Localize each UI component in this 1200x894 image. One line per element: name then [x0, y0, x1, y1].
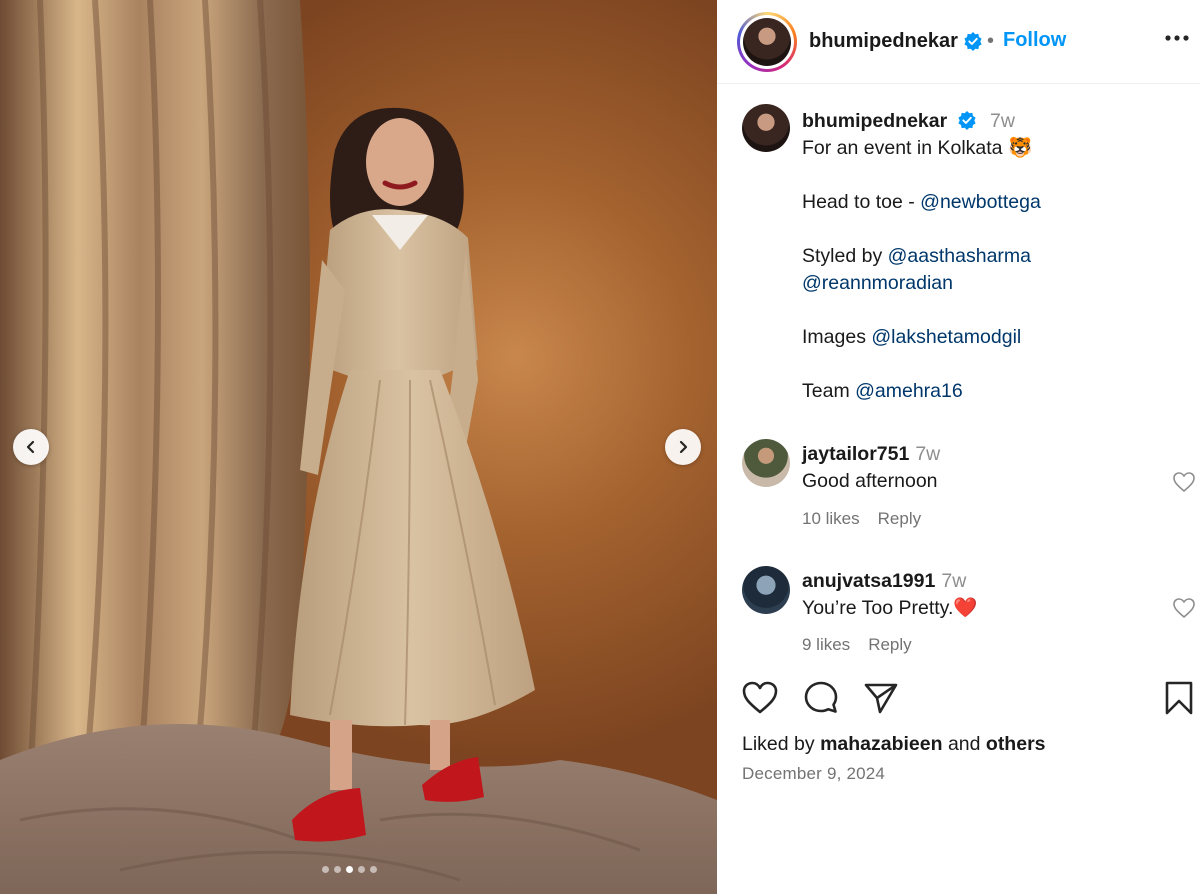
mention-link[interactable]: @aasthasharma — [888, 245, 1031, 267]
avatar-image — [743, 18, 791, 66]
slide-dot — [334, 866, 341, 873]
bookmark-icon[interactable] — [1164, 680, 1194, 716]
heart-icon[interactable] — [1172, 471, 1196, 493]
post-media[interactable] — [0, 0, 717, 894]
post-details-panel: bhumipednekar • Follow bhumipednekar 7w … — [717, 0, 1200, 894]
comment-username[interactable]: jaytailor751 — [802, 443, 909, 465]
caption-line: Team @amehra16 — [802, 380, 963, 402]
comment-text: You’re Too Pretty.❤️ — [802, 597, 978, 619]
comment-username[interactable]: anujvatsa1991 — [802, 570, 935, 592]
heart-icon[interactable] — [741, 680, 779, 716]
verified-badge-icon — [958, 110, 976, 130]
previous-slide-button[interactable] — [13, 429, 49, 465]
next-slide-button[interactable] — [665, 429, 701, 465]
comment-avatar[interactable] — [742, 439, 790, 487]
post-action-bar — [717, 680, 1200, 720]
header-username[interactable]: bhumipednekar — [809, 30, 958, 53]
comment-meta: 10 likes Reply — [802, 509, 939, 529]
chevron-left-icon — [26, 440, 35, 454]
caption-line: Head to toe - @newbottega — [802, 191, 1041, 213]
caption-username[interactable]: bhumipednekar — [802, 110, 947, 132]
liked-by-text: Liked by mahazabieen and others — [742, 733, 1046, 755]
caption-avatar[interactable] — [742, 104, 790, 152]
mention-link[interactable]: @lakshetamodgil — [871, 326, 1021, 348]
reply-button[interactable]: Reply — [868, 635, 911, 654]
slide-dot — [322, 866, 329, 873]
reply-button[interactable]: Reply — [878, 509, 921, 528]
mention-link[interactable]: @newbottega — [920, 191, 1041, 213]
header-separator: • — [987, 30, 995, 52]
caption-timestamp: 7w — [990, 110, 1015, 132]
post-header: bhumipednekar • Follow — [717, 0, 1200, 84]
profile-avatar[interactable] — [737, 12, 797, 72]
post-date[interactable]: December 9, 2024 — [742, 764, 885, 784]
caption-line: Images @lakshetamodgil — [802, 326, 1022, 348]
slide-dot — [358, 866, 365, 873]
verified-badge-icon — [964, 32, 982, 51]
comment-bubble-icon[interactable] — [803, 680, 839, 716]
follow-button[interactable]: Follow — [1003, 29, 1066, 52]
comment-timestamp: 7w — [915, 443, 941, 465]
post-photo — [0, 0, 717, 894]
slide-indicator — [322, 866, 377, 873]
comment-meta: 9 likes Reply — [802, 635, 930, 655]
caption-line: @reannmoradian — [802, 270, 1182, 297]
liked-by-user[interactable]: mahazabieen — [820, 733, 942, 755]
slide-dot — [346, 866, 353, 873]
comment-avatar[interactable] — [742, 566, 790, 614]
comment-text: Good afternoon — [802, 470, 938, 492]
comment-likes[interactable]: 10 likes — [802, 509, 860, 528]
comment-timestamp: 7w — [941, 570, 967, 592]
caption-line: Styled by @aasthasharma — [802, 245, 1032, 267]
comment-likes[interactable]: 9 likes — [802, 635, 850, 654]
mention-link[interactable]: @reannmoradian — [802, 272, 953, 294]
more-horizontal-icon[interactable] — [1165, 34, 1189, 42]
slide-dot — [370, 866, 377, 873]
liked-by-others[interactable]: others — [986, 733, 1046, 755]
paper-plane-icon[interactable] — [863, 680, 899, 716]
chevron-right-icon — [679, 440, 688, 454]
mention-link[interactable]: @amehra16 — [855, 380, 963, 402]
caption-line: For an event in Kolkata 🐯 — [802, 137, 1033, 159]
heart-icon[interactable] — [1172, 597, 1196, 619]
